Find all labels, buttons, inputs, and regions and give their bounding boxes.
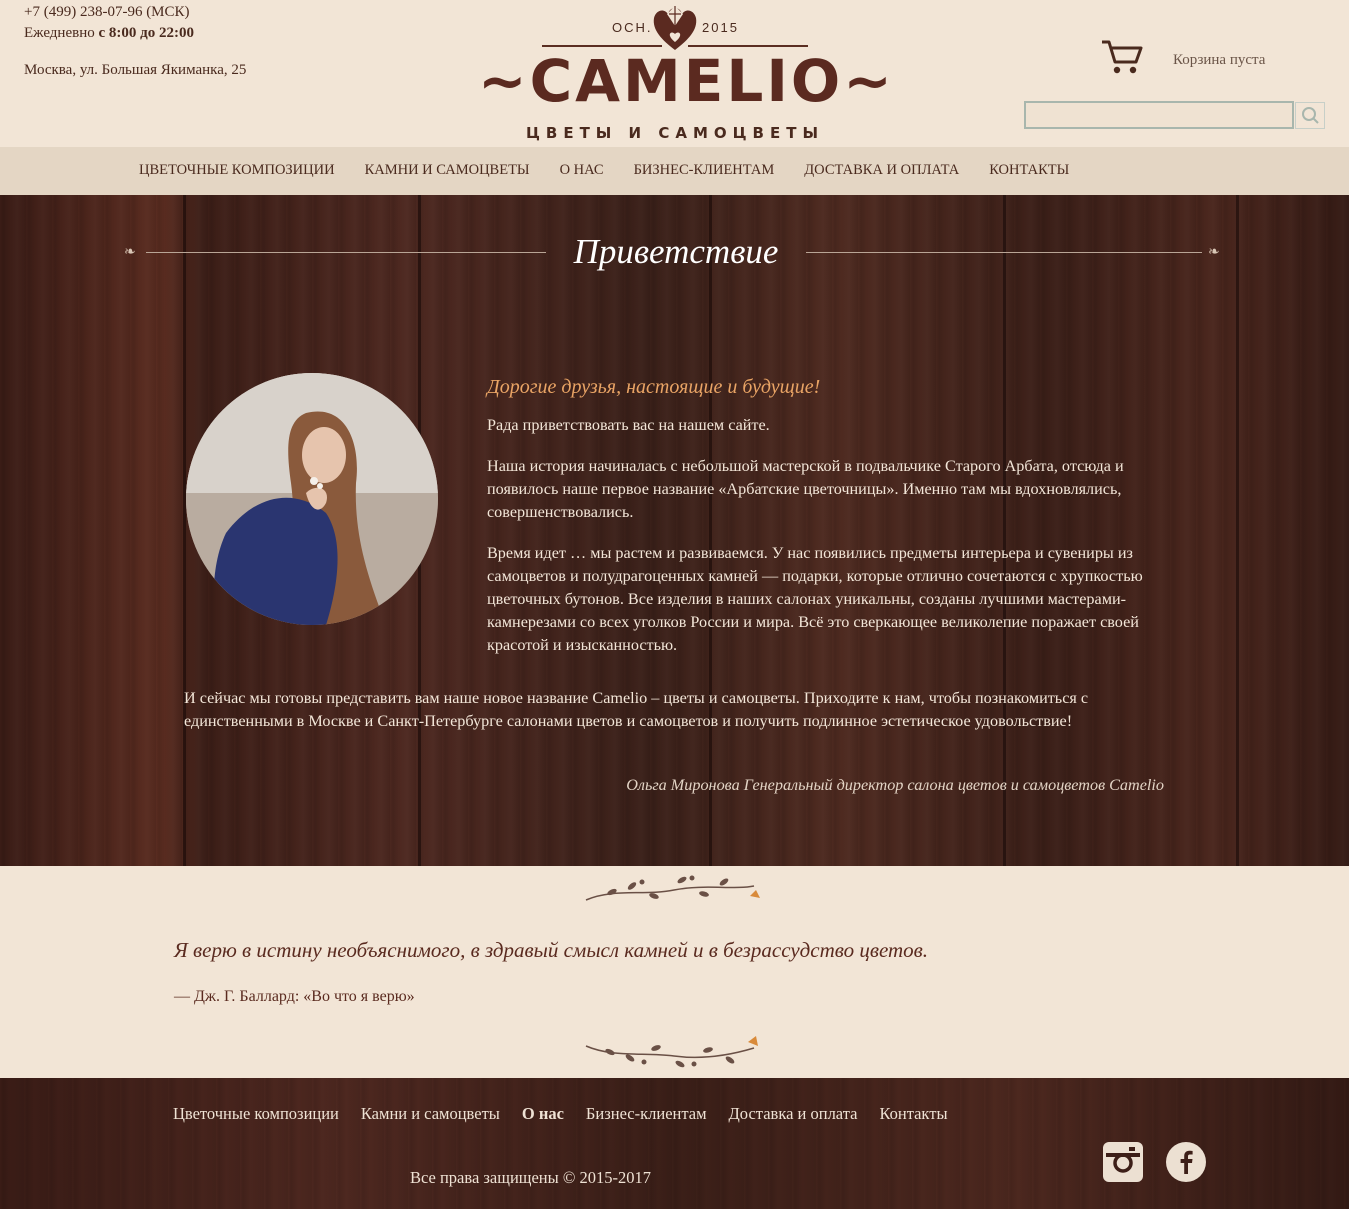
nav-item-stones[interactable]: КАМНИ И САМОЦВЕТЫ (365, 162, 530, 179)
main-nav: ЦВЕТОЧНЫЕ КОМПОЗИЦИИ КАМНИ И САМОЦВЕТЫ О… (0, 147, 1349, 195)
cart-icon[interactable] (1100, 38, 1144, 76)
hours-prefix: Ежедневно (24, 25, 99, 41)
footer-link-stones[interactable]: Камни и самоцветы (361, 1104, 500, 1124)
nav-item-about[interactable]: О НАС (560, 162, 604, 179)
phone-number[interactable]: +7 (499) 238-07-96 (МСК) (24, 2, 194, 23)
site-logo[interactable]: ОСН. 2015 ~CAMELIO~ ЦВЕТЫ И САМОЦВЕТЫ (478, 0, 895, 147)
copyright: Все права защищены © 2015-2017 (410, 1168, 652, 1187)
cart-status[interactable]: Корзина пуста (1173, 52, 1265, 69)
nav-item-contacts[interactable]: КОНТАКТЫ (989, 162, 1069, 179)
nav-item-flower-compositions[interactable]: ЦВЕТОЧНЫЕ КОМПОЗИЦИИ (139, 162, 335, 179)
search-icon (1302, 107, 1319, 124)
logo-wordmark: ~CAMELIO~ (478, 47, 895, 115)
welcome-paragraph: Рада приветствовать вас на нашем сайте. (487, 416, 770, 434)
contact-info: +7 (499) 238-07-96 (МСК) Ежедневно с 8:0… (24, 2, 246, 78)
title-rule-right (806, 252, 1202, 253)
quote-text: Я верю в истину необъяснимого, в здравый… (174, 938, 929, 962)
search-input[interactable] (1024, 101, 1294, 129)
footer-link-business[interactable]: Бизнес-клиентам (586, 1104, 707, 1124)
title-ornament-left-icon: ❧ (124, 245, 136, 260)
portrait-illustration (186, 373, 438, 625)
vine-ornament-bottom-icon (585, 1036, 758, 1068)
search-button[interactable] (1295, 102, 1325, 129)
section-title: Приветствие (573, 232, 779, 271)
facebook-link[interactable] (1166, 1142, 1206, 1182)
wood-plank-seam (183, 195, 186, 866)
title-ornament-right-icon: ❧ (1208, 245, 1220, 260)
footer-nav: Цветочные композиции Камни и самоцветы О… (173, 1104, 970, 1124)
address: Москва, ул. Большая Якиманка, 25 (24, 62, 247, 78)
quote-source: — Дж. Г. Баллард: «Во что я верю» (174, 988, 415, 1005)
title-rule-left (146, 252, 546, 253)
welcome-paragraph: Наша история начиналась с небольшой маст… (487, 457, 1124, 521)
working-hours: Ежедневно с 8:00 до 22:00 (24, 23, 194, 44)
instagram-link[interactable] (1103, 1142, 1143, 1182)
logo-founded-label: ОСН. (612, 20, 653, 35)
footer-link-delivery[interactable]: Доставка и оплата (729, 1104, 858, 1124)
facebook-icon (1180, 1150, 1193, 1174)
nav-item-business[interactable]: БИЗНЕС-КЛИЕНТАМ (634, 162, 775, 179)
logo-year: 2015 (702, 20, 739, 35)
welcome-signature: Ольга Миронова Генеральный директор сало… (626, 776, 1164, 794)
vine-ornament-top-icon (585, 875, 760, 901)
footer: Цветочные композиции Камни и самоцветы О… (0, 1078, 1349, 1209)
welcome-text: Дорогие друзья, настоящие и будущие! Рад… (487, 374, 1177, 675)
instagram-icon (1106, 1145, 1140, 1179)
footer-link-about[interactable]: О нас (522, 1104, 564, 1124)
section-title-block: ❧ Приветствие ❧ (0, 232, 1349, 272)
header: +7 (499) 238-07-96 (МСК) Ежедневно с 8:0… (0, 0, 1349, 147)
welcome-greeting: Дорогие друзья, настоящие и будущие! (487, 376, 821, 398)
logo-tagline: ЦВЕТЫ И САМОЦВЕТЫ (525, 124, 825, 142)
nav-item-delivery[interactable]: ДОСТАВКА И ОПЛАТА (804, 162, 959, 179)
wood-plank-seam (1236, 195, 1239, 866)
footer-link-contacts[interactable]: Контакты (879, 1104, 947, 1124)
welcome-paragraph: Время идет … мы растем и развиваемся. У … (487, 544, 1143, 654)
welcome-paragraph-wide: И сейчас мы готовы представить вам наше … (184, 689, 1089, 730)
director-portrait (186, 373, 438, 625)
footer-link-flower-compositions[interactable]: Цветочные композиции (173, 1104, 339, 1124)
hours-time: с 8:00 до 22:00 (98, 25, 194, 41)
